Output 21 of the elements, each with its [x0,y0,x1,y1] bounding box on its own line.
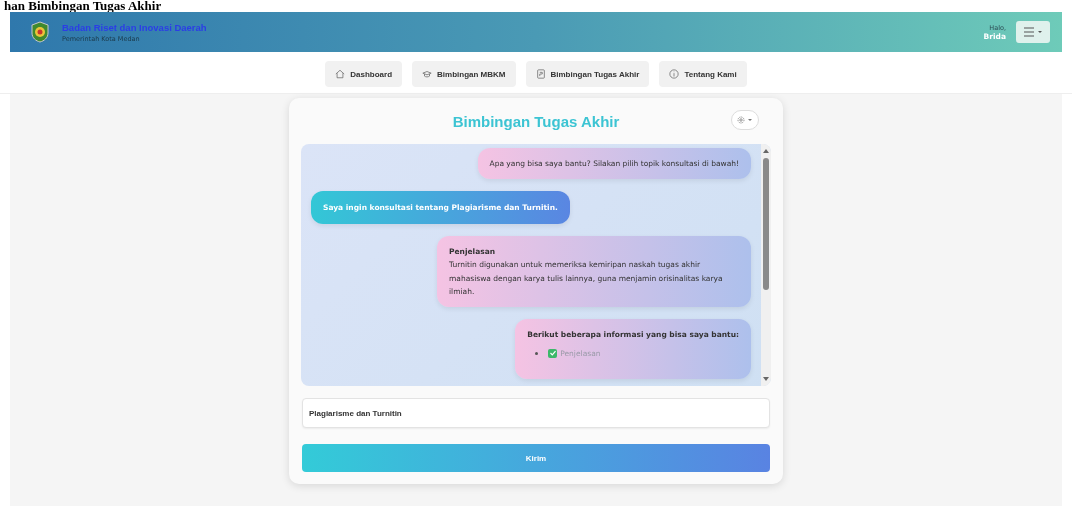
info-icon [669,69,680,79]
card-title: Bimbingan Tugas Akhir [452,112,620,130]
nav-tab[interactable]: Bimbingan MBKM [412,61,516,87]
menu-button[interactable] [1016,21,1050,43]
nav-tab[interactable]: Dashboard [325,61,403,87]
menu-icon [1024,27,1042,37]
scrollbar-thumb[interactable] [763,158,769,290]
settings-button[interactable] [731,110,759,130]
settings-icon [737,116,753,124]
crest-logo-icon [30,21,50,43]
nav-tab[interactable]: Tentang Kami [659,61,747,87]
document-icon [535,69,546,79]
scroll-up-icon[interactable] [762,148,770,154]
org-title: Badan Riset dan Inovasi Daerah [62,21,207,33]
message-input[interactable]: Plagiarisme dan Turnitin [302,398,770,428]
page-caption: han Bimbingan Tugas Akhir [3,0,163,12]
home-icon [335,69,346,79]
nav-tab[interactable]: Bimbingan Tugas Akhir [525,61,650,87]
scrollbar[interactable] [761,144,771,386]
scroll-down-icon[interactable] [762,376,770,382]
graduation-cap-icon [422,69,433,79]
